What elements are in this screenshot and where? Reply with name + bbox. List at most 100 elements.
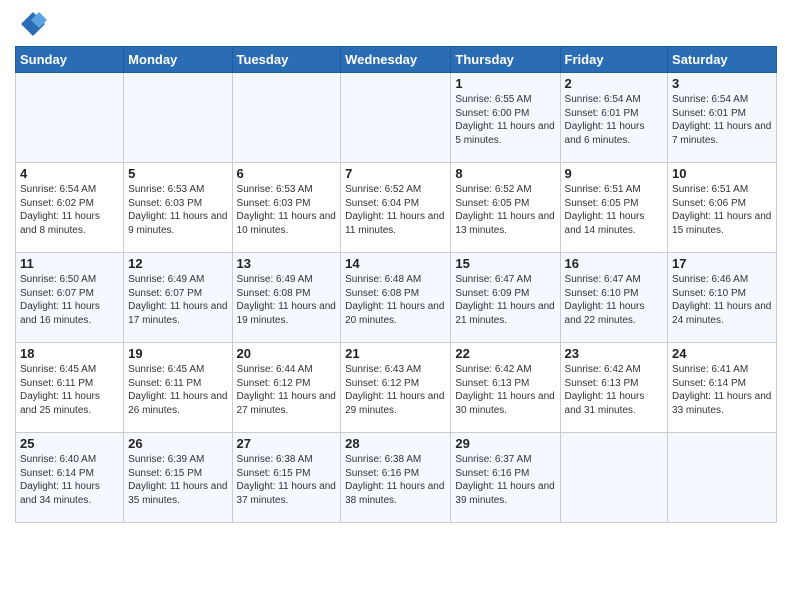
calendar-cell: 24 Sunrise: 6:41 AM Sunset: 6:14 PM Dayli… [668, 343, 777, 433]
calendar-cell: 27 Sunrise: 6:38 AM Sunset: 6:15 PM Dayli… [232, 433, 341, 523]
day-number: 8 [455, 166, 555, 181]
calendar-cell: 14 Sunrise: 6:48 AM Sunset: 6:08 PM Dayli… [341, 253, 451, 343]
day-number: 21 [345, 346, 446, 361]
calendar-cell: 12 Sunrise: 6:49 AM Sunset: 6:07 PM Dayli… [124, 253, 232, 343]
day-number: 24 [672, 346, 772, 361]
day-info: Sunrise: 6:47 AM Sunset: 6:10 PM Dayligh… [565, 273, 664, 327]
week-row: 11Sunrise: 6:50 AM Sunset: 6:07 PM Dayli… [16, 253, 777, 343]
day-info: Sunrise: 6:46 AM Sunset: 6:10 PM Dayligh… [672, 273, 772, 327]
day-info: Sunrise: 6:55 AM Sunset: 6:00 PM Dayligh… [455, 93, 555, 147]
calendar-cell [668, 433, 777, 523]
day-info: Sunrise: 6:43 AM Sunset: 6:12 PM Dayligh… [345, 363, 446, 417]
calendar-header-row: SundayMondayTuesdayWednesdayThursdayFrid… [16, 47, 777, 73]
day-number: 29 [455, 436, 555, 451]
calendar-cell: 11Sunrise: 6:50 AM Sunset: 6:07 PM Dayli… [16, 253, 124, 343]
day-info: Sunrise: 6:41 AM Sunset: 6:14 PM Dayligh… [672, 363, 772, 417]
day-number: 9 [565, 166, 664, 181]
day-number: 2 [565, 76, 664, 91]
calendar-cell [232, 73, 341, 163]
day-info: Sunrise: 6:42 AM Sunset: 6:13 PM Dayligh… [565, 363, 664, 417]
calendar-cell: 19 Sunrise: 6:45 AM Sunset: 6:11 PM Dayli… [124, 343, 232, 433]
day-info: Sunrise: 6:48 AM Sunset: 6:08 PM Dayligh… [345, 273, 446, 327]
day-info: Sunrise: 6:42 AM Sunset: 6:13 PM Dayligh… [455, 363, 555, 417]
day-info: Sunrise: 6:37 AM Sunset: 6:16 PM Dayligh… [455, 453, 555, 507]
day-number: 27 [237, 436, 337, 451]
day-info: Sunrise: 6:45 AM Sunset: 6:11 PM Dayligh… [20, 363, 119, 417]
day-info: Sunrise: 6:53 AM Sunset: 6:03 PM Dayligh… [237, 183, 337, 237]
calendar-cell: 18 Sunrise: 6:45 AM Sunset: 6:11 PM Dayli… [16, 343, 124, 433]
day-number: 10 [672, 166, 772, 181]
day-of-week-header: Monday [124, 47, 232, 73]
calendar-cell: 10 Sunrise: 6:51 AM Sunset: 6:06 PM Dayli… [668, 163, 777, 253]
day-number: 23 [565, 346, 664, 361]
calendar-cell [124, 73, 232, 163]
day-info: Sunrise: 6:50 AM Sunset: 6:07 PM Dayligh… [20, 273, 119, 327]
day-info: Sunrise: 6:39 AM Sunset: 6:15 PM Dayligh… [128, 453, 227, 507]
week-row: 18 Sunrise: 6:45 AM Sunset: 6:11 PM Dayli… [16, 343, 777, 433]
day-of-week-header: Thursday [451, 47, 560, 73]
day-number: 5 [128, 166, 227, 181]
calendar-cell: 4 Sunrise: 6:54 AM Sunset: 6:02 PM Daylig… [16, 163, 124, 253]
day-info: Sunrise: 6:54 AM Sunset: 6:01 PM Dayligh… [565, 93, 664, 147]
calendar-cell: 9 Sunrise: 6:51 AM Sunset: 6:05 PM Daylig… [560, 163, 668, 253]
day-info: Sunrise: 6:38 AM Sunset: 6:16 PM Dayligh… [345, 453, 446, 507]
day-info: Sunrise: 6:49 AM Sunset: 6:08 PM Dayligh… [237, 273, 337, 327]
calendar-cell: 20 Sunrise: 6:44 AM Sunset: 6:12 PM Dayli… [232, 343, 341, 433]
calendar-cell: 22 Sunrise: 6:42 AM Sunset: 6:13 PM Dayli… [451, 343, 560, 433]
day-info: Sunrise: 6:51 AM Sunset: 6:06 PM Dayligh… [672, 183, 772, 237]
calendar-cell: 1 Sunrise: 6:55 AM Sunset: 6:00 PM Daylig… [451, 73, 560, 163]
day-number: 15 [455, 256, 555, 271]
day-info: Sunrise: 6:47 AM Sunset: 6:09 PM Dayligh… [455, 273, 555, 327]
day-info: Sunrise: 6:54 AM Sunset: 6:02 PM Dayligh… [20, 183, 119, 237]
day-info: Sunrise: 6:40 AM Sunset: 6:14 PM Dayligh… [20, 453, 119, 507]
day-info: Sunrise: 6:52 AM Sunset: 6:04 PM Dayligh… [345, 183, 446, 237]
day-of-week-header: Saturday [668, 47, 777, 73]
calendar-table: SundayMondayTuesdayWednesdayThursdayFrid… [15, 46, 777, 523]
day-info: Sunrise: 6:53 AM Sunset: 6:03 PM Dayligh… [128, 183, 227, 237]
day-number: 25 [20, 436, 119, 451]
day-number: 3 [672, 76, 772, 91]
day-number: 6 [237, 166, 337, 181]
day-info: Sunrise: 6:49 AM Sunset: 6:07 PM Dayligh… [128, 273, 227, 327]
day-number: 18 [20, 346, 119, 361]
day-of-week-header: Tuesday [232, 47, 341, 73]
day-number: 13 [237, 256, 337, 271]
day-number: 17 [672, 256, 772, 271]
calendar-cell [16, 73, 124, 163]
day-number: 4 [20, 166, 119, 181]
calendar-cell: 15 Sunrise: 6:47 AM Sunset: 6:09 PM Dayli… [451, 253, 560, 343]
week-row: 25 Sunrise: 6:40 AM Sunset: 6:14 PM Dayli… [16, 433, 777, 523]
calendar-cell: 29 Sunrise: 6:37 AM Sunset: 6:16 PM Dayli… [451, 433, 560, 523]
day-number: 22 [455, 346, 555, 361]
logo [15, 15, 47, 38]
calendar-cell: 28 Sunrise: 6:38 AM Sunset: 6:16 PM Dayli… [341, 433, 451, 523]
day-number: 12 [128, 256, 227, 271]
week-row: 4 Sunrise: 6:54 AM Sunset: 6:02 PM Daylig… [16, 163, 777, 253]
day-number: 1 [455, 76, 555, 91]
day-number: 14 [345, 256, 446, 271]
day-of-week-header: Friday [560, 47, 668, 73]
day-info: Sunrise: 6:44 AM Sunset: 6:12 PM Dayligh… [237, 363, 337, 417]
calendar-cell: 23 Sunrise: 6:42 AM Sunset: 6:13 PM Dayli… [560, 343, 668, 433]
day-info: Sunrise: 6:52 AM Sunset: 6:05 PM Dayligh… [455, 183, 555, 237]
day-info: Sunrise: 6:51 AM Sunset: 6:05 PM Dayligh… [565, 183, 664, 237]
day-number: 20 [237, 346, 337, 361]
logo-icon [19, 10, 47, 38]
calendar-cell: 5 Sunrise: 6:53 AM Sunset: 6:03 PM Daylig… [124, 163, 232, 253]
calendar-cell: 2 Sunrise: 6:54 AM Sunset: 6:01 PM Daylig… [560, 73, 668, 163]
day-number: 7 [345, 166, 446, 181]
day-number: 28 [345, 436, 446, 451]
day-number: 19 [128, 346, 227, 361]
day-info: Sunrise: 6:54 AM Sunset: 6:01 PM Dayligh… [672, 93, 772, 147]
day-info: Sunrise: 6:45 AM Sunset: 6:11 PM Dayligh… [128, 363, 227, 417]
calendar-cell: 13 Sunrise: 6:49 AM Sunset: 6:08 PM Dayli… [232, 253, 341, 343]
calendar-cell: 7 Sunrise: 6:52 AM Sunset: 6:04 PM Daylig… [341, 163, 451, 253]
calendar-cell: 26 Sunrise: 6:39 AM Sunset: 6:15 PM Dayli… [124, 433, 232, 523]
calendar-cell: 17 Sunrise: 6:46 AM Sunset: 6:10 PM Dayli… [668, 253, 777, 343]
calendar-cell [560, 433, 668, 523]
calendar-cell: 3 Sunrise: 6:54 AM Sunset: 6:01 PM Daylig… [668, 73, 777, 163]
calendar-cell: 8 Sunrise: 6:52 AM Sunset: 6:05 PM Daylig… [451, 163, 560, 253]
day-info: Sunrise: 6:38 AM Sunset: 6:15 PM Dayligh… [237, 453, 337, 507]
calendar-cell: 6 Sunrise: 6:53 AM Sunset: 6:03 PM Daylig… [232, 163, 341, 253]
day-number: 26 [128, 436, 227, 451]
